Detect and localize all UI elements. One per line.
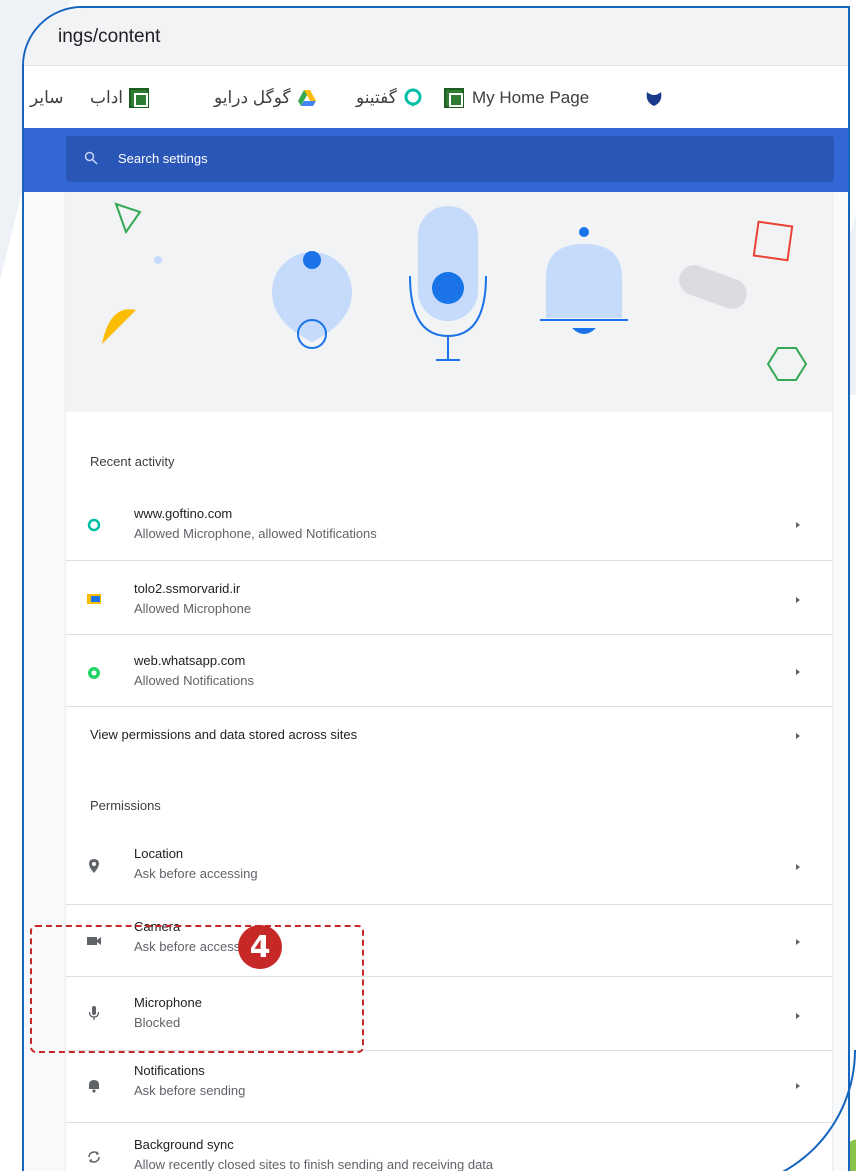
chevron-right-icon (796, 864, 800, 870)
site-permissions-summary: Allowed Microphone (134, 601, 252, 616)
permissions-illustration (66, 192, 832, 412)
bookmark-my-home-page[interactable]: My Home Page (444, 86, 589, 110)
chat-bubble-icon (404, 88, 422, 107)
recent-activity-heading: Recent activity (90, 454, 175, 469)
bookmark-google-drive[interactable]: گوگل درایو (214, 86, 317, 110)
site-permissions-summary: Allowed Notifications (134, 673, 254, 688)
chevron-right-icon (796, 939, 800, 945)
settings-page: Recent activity www.goftino.com Allowed … (24, 192, 848, 1171)
whatsapp-icon (88, 667, 100, 679)
search-placeholder: Search settings (118, 151, 208, 166)
grid-icon (129, 88, 150, 108)
grid-icon (444, 88, 464, 108)
settings-header: Search settings (24, 128, 848, 192)
search-input[interactable]: Search settings (66, 136, 834, 182)
location-pin-icon (89, 859, 99, 873)
bookmark-adab[interactable]: اداب (90, 86, 150, 110)
illustration-graphic (102, 202, 808, 381)
site-name: tolo2.ssmorvarid.ir (134, 581, 241, 596)
goftino-icon (87, 518, 101, 532)
recent-site-row[interactable]: www.goftino.com Allowed Microphone, allo… (66, 488, 832, 560)
address-bar[interactable]: ings/content (24, 8, 848, 66)
recent-site-row[interactable]: web.whatsapp.com Allowed Notifications (66, 634, 832, 706)
permission-row-location[interactable]: Location Ask before accessing (66, 832, 832, 904)
chevron-right-icon (796, 733, 800, 739)
sync-icon (88, 1151, 100, 1163)
bookmark-goftino[interactable]: گفتینو (356, 86, 423, 110)
permission-state: Ask before sending (134, 1083, 246, 1098)
url-text[interactable]: ings/content (58, 26, 160, 48)
bookmark-label: اداب (90, 88, 124, 107)
bookmark-other[interactable]: سایر (30, 86, 64, 110)
step-number-badge: 4 (238, 925, 282, 969)
site-name: www.goftino.com (134, 506, 233, 521)
chevron-right-icon (796, 669, 800, 675)
permission-row-notifications[interactable]: Notifications Ask before sending (66, 1050, 832, 1122)
permission-name: Background sync (134, 1137, 234, 1152)
recent-site-row[interactable]: tolo2.ssmorvarid.ir Allowed Microphone (66, 560, 832, 634)
bell-icon (89, 1080, 99, 1093)
permission-row-camera[interactable]: Camera Ask before accessing (66, 904, 832, 976)
chevron-right-icon (796, 522, 800, 528)
permission-name: Camera (134, 919, 181, 934)
user-profile-icon (646, 92, 662, 106)
permission-name: Notifications (134, 1063, 205, 1078)
site-name: web.whatsapp.com (134, 653, 246, 668)
permission-name: Location (134, 846, 184, 861)
bookmarks-bar: My Home Page گفتینو گوگل درایو اداب سایر (24, 66, 848, 128)
bookmark-profile[interactable] (644, 86, 664, 110)
browser-window: ings/content My Home Page گفتینو گوگل در… (22, 6, 850, 1171)
site-favicon-icon (87, 594, 101, 604)
permission-state: Allow recently closed sites to finish se… (134, 1157, 494, 1171)
permission-state: Blocked (134, 1015, 181, 1030)
bookmark-label: My Home Page (472, 88, 590, 107)
permission-name: Microphone (134, 995, 202, 1010)
chevron-right-icon (796, 597, 800, 603)
permission-row-microphone[interactable]: Microphone Blocked (66, 976, 832, 1050)
permission-row-background-sync[interactable]: Background sync Allow recently closed si… (66, 1122, 832, 1171)
view-all-permissions-row[interactable]: View permissions and data stored across … (66, 706, 832, 764)
permissions-heading: Permissions (90, 798, 161, 813)
view-all-permissions-label: View permissions and data stored across … (90, 727, 358, 742)
chevron-right-icon (796, 1013, 800, 1019)
chevron-right-icon (796, 1083, 800, 1089)
site-permissions-summary: Allowed Microphone, allowed Notification… (134, 526, 377, 541)
bookmark-label: گفتینو (356, 88, 397, 107)
permission-state: Ask before accessing (134, 866, 258, 881)
drive-icon (297, 90, 316, 106)
camera-icon (87, 937, 101, 945)
bookmark-label: گوگل درایو (214, 88, 291, 107)
bookmark-label: سایر (30, 88, 64, 107)
site-settings-card: Recent activity www.goftino.com Allowed … (66, 192, 832, 1171)
search-icon (84, 151, 98, 165)
microphone-icon (88, 1006, 100, 1020)
